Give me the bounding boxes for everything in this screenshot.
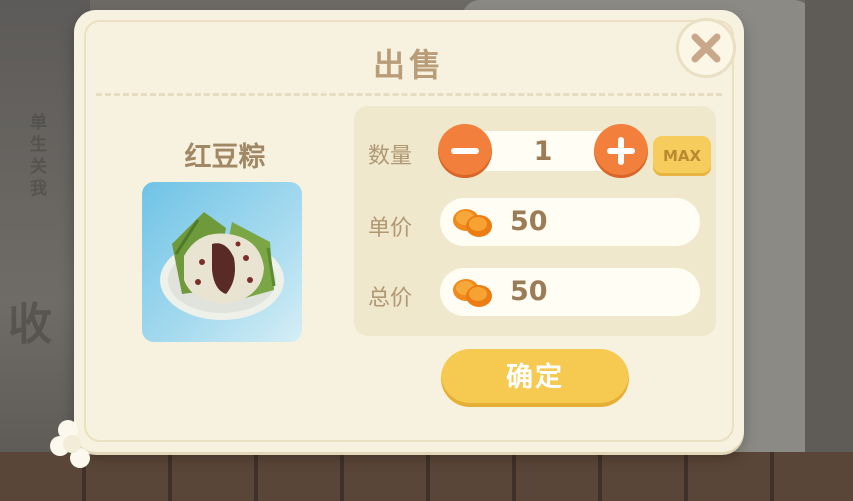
quantity-label: 数量 [368, 144, 413, 169]
increase-button[interactable] [594, 124, 648, 178]
background-char: 收 [8, 299, 52, 350]
zongzi-icon [160, 212, 284, 320]
unit-price-value: 50 [510, 206, 548, 237]
quantity-stepper: 1 [438, 124, 648, 178]
item-image-tile [142, 182, 302, 342]
sell-dialog: 出售 红豆粽 数量 1 MAX 单价 50 总价 50 确定 [74, 10, 744, 452]
max-button[interactable]: MAX [653, 136, 711, 176]
orange-coin-icon [453, 279, 492, 307]
total-price-field: 50 [440, 268, 700, 316]
unit-price-field: 50 [440, 198, 700, 246]
flower-decoration-icon [50, 420, 90, 468]
background-bottom-bar [0, 452, 853, 501]
close-button[interactable] [676, 18, 736, 78]
total-price-label: 总价 [368, 286, 413, 311]
title-divider [96, 93, 722, 96]
sell-form-panel: 数量 1 MAX 单价 50 总价 50 [354, 106, 716, 336]
unit-price-label: 单价 [368, 216, 413, 241]
dialog-title: 出售 [372, 46, 445, 84]
quantity-value[interactable]: 1 [492, 136, 594, 167]
total-price-value: 50 [510, 276, 548, 307]
item-name: 红豆粽 [184, 142, 266, 173]
decrease-button[interactable] [438, 124, 492, 178]
minus-icon [451, 148, 479, 154]
background-right-edge [805, 0, 853, 501]
orange-coin-icon [453, 209, 492, 237]
x-icon [691, 33, 721, 63]
background-text: 单生关我 [30, 113, 47, 199]
confirm-button[interactable]: 确定 [441, 349, 629, 407]
